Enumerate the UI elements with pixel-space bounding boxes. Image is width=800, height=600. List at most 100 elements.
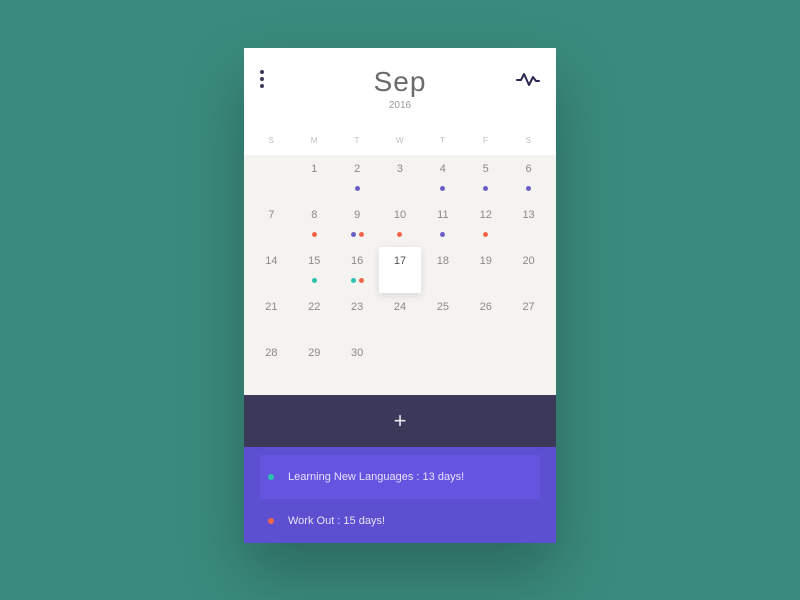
event-dots	[293, 232, 336, 237]
day-cell[interactable]: 28	[250, 339, 293, 385]
day-cell[interactable]: 11	[421, 201, 464, 247]
weekday-label: W	[379, 128, 422, 155]
day-cell-blank	[250, 155, 293, 201]
year-label: 2016	[389, 100, 411, 111]
event-text: Learning New Languages : 13 days!	[288, 471, 464, 483]
event-dot	[351, 232, 356, 237]
weekday-label: M	[293, 128, 336, 155]
day-cell[interactable]: 9	[336, 201, 379, 247]
day-cell[interactable]: 5	[464, 155, 507, 201]
day-number: 12	[480, 209, 492, 221]
day-cell[interactable]: 14	[250, 247, 293, 293]
day-number: 15	[308, 255, 320, 267]
day-cell[interactable]: 18	[421, 247, 464, 293]
activity-icon[interactable]	[516, 72, 540, 93]
day-number: 17	[394, 255, 406, 267]
event-color-dot	[268, 474, 274, 480]
event-dot	[440, 232, 445, 237]
day-cell[interactable]: 10	[379, 201, 422, 247]
day-cell[interactable]: 16	[336, 247, 379, 293]
weekday-label: S	[507, 128, 550, 155]
day-cell[interactable]: 4	[421, 155, 464, 201]
calendar-app: Sep 2016 SMTWTFS 12345678910111213141516…	[244, 48, 556, 543]
day-cell[interactable]: 25	[421, 293, 464, 339]
day-number: 13	[522, 209, 534, 221]
event-text: Work Out : 15 days!	[288, 515, 385, 527]
day-cell[interactable]: 23	[336, 293, 379, 339]
weekday-label: T	[421, 128, 464, 155]
day-number: 26	[480, 301, 492, 313]
day-cell[interactable]: 22	[293, 293, 336, 339]
day-cell[interactable]: 7	[250, 201, 293, 247]
event-dot	[483, 186, 488, 191]
event-dots	[336, 278, 379, 283]
event-dot	[483, 232, 488, 237]
event-list: Learning New Languages : 13 days! Work Ou…	[244, 447, 556, 543]
weekday-label: F	[464, 128, 507, 155]
day-cell[interactable]: 24	[379, 293, 422, 339]
add-event-button[interactable]: +	[244, 395, 556, 447]
day-cell[interactable]: 26	[464, 293, 507, 339]
day-number: 9	[354, 209, 360, 221]
day-number: 21	[265, 301, 277, 313]
day-number: 8	[311, 209, 317, 221]
event-dots	[464, 232, 507, 237]
day-number: 16	[351, 255, 363, 267]
event-dots	[293, 278, 336, 283]
calendar-grid: 1234567891011121314151617181920212223242…	[244, 155, 556, 395]
day-cell[interactable]: 30	[336, 339, 379, 385]
event-dot	[359, 232, 364, 237]
day-number: 19	[480, 255, 492, 267]
day-number: 24	[394, 301, 406, 313]
day-cell[interactable]: 8	[293, 201, 336, 247]
day-cell[interactable]: 27	[507, 293, 550, 339]
day-cell[interactable]: 19	[464, 247, 507, 293]
event-dot	[397, 232, 402, 237]
event-color-dot	[268, 518, 274, 524]
day-number: 6	[526, 163, 532, 175]
day-cell[interactable]: 12	[464, 201, 507, 247]
event-dot	[526, 186, 531, 191]
weekday-row: SMTWTFS	[244, 128, 556, 155]
event-dot	[312, 232, 317, 237]
day-number: 25	[437, 301, 449, 313]
event-dots	[421, 186, 464, 191]
day-number: 14	[265, 255, 277, 267]
day-cell[interactable]: 13	[507, 201, 550, 247]
day-cell[interactable]: 3	[379, 155, 422, 201]
event-item[interactable]: Work Out : 15 days!	[260, 499, 540, 543]
event-dot	[312, 278, 317, 283]
day-number: 29	[308, 347, 320, 359]
day-number: 18	[437, 255, 449, 267]
day-cell[interactable]: 6	[507, 155, 550, 201]
weekday-label: T	[336, 128, 379, 155]
day-number: 30	[351, 347, 363, 359]
weekday-label: S	[250, 128, 293, 155]
event-dots	[336, 232, 379, 237]
day-number: 4	[440, 163, 446, 175]
event-dots	[421, 232, 464, 237]
day-cell[interactable]: 20	[507, 247, 550, 293]
event-dot	[440, 186, 445, 191]
month-title: Sep	[374, 66, 427, 98]
day-number: 23	[351, 301, 363, 313]
day-number: 10	[394, 209, 406, 221]
event-dots	[507, 186, 550, 191]
event-dot	[351, 278, 356, 283]
event-dots	[336, 186, 379, 191]
day-cell[interactable]: 1	[293, 155, 336, 201]
day-cell[interactable]: 21	[250, 293, 293, 339]
day-cell[interactable]: 29	[293, 339, 336, 385]
menu-icon[interactable]	[260, 70, 264, 88]
event-item[interactable]: Learning New Languages : 13 days!	[260, 455, 540, 499]
day-number: 2	[354, 163, 360, 175]
event-dot	[359, 278, 364, 283]
day-number: 3	[397, 163, 403, 175]
plus-icon: +	[394, 408, 407, 434]
day-number: 28	[265, 347, 277, 359]
day-cell[interactable]: 15	[293, 247, 336, 293]
day-cell[interactable]: 2	[336, 155, 379, 201]
day-number: 11	[437, 209, 448, 221]
day-number: 1	[311, 163, 317, 175]
day-cell[interactable]: 17	[379, 247, 422, 293]
